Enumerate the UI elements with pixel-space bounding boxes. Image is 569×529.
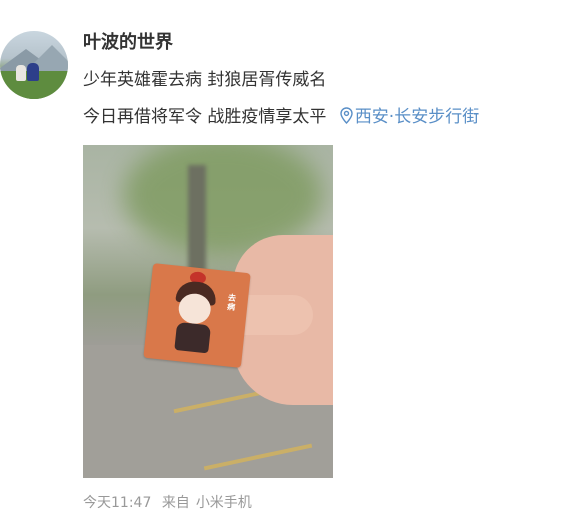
- location-pin-icon: [340, 107, 353, 131]
- source-prefix: 来自: [161, 495, 190, 511]
- sticker-label: 去病: [226, 293, 237, 312]
- weibo-post: 叶波的世界 少年英雄霍去病 封狼居胥传威名 今日再借将军令 战胜疫情享太平 西安…: [0, 0, 569, 529]
- post-photo[interactable]: 去病: [83, 145, 333, 478]
- post-text-line-1: 少年英雄霍去病 封狼居胥传威名: [83, 70, 327, 90]
- sticker-armor: [174, 321, 212, 354]
- username[interactable]: 叶波的世界: [83, 31, 173, 55]
- avatar-person: [27, 63, 39, 81]
- location-label: 西安·长安步行街: [354, 107, 480, 127]
- post-text-line-2-content: 今日再借将军令 战胜疫情享太平: [83, 107, 327, 127]
- post-text-line-2: 今日再借将军令 战胜疫情享太平 西安·长安步行街: [83, 105, 479, 131]
- photo-sticker: 去病: [143, 263, 251, 368]
- source-device: 小米手机: [195, 495, 252, 511]
- post-meta: 今天11:47 来自 小米手机: [83, 493, 258, 513]
- post-time[interactable]: 今天11:47: [83, 495, 151, 511]
- avatar-person: [16, 65, 26, 81]
- avatar[interactable]: [0, 31, 68, 99]
- location-link[interactable]: 西安·长安步行街: [340, 107, 479, 127]
